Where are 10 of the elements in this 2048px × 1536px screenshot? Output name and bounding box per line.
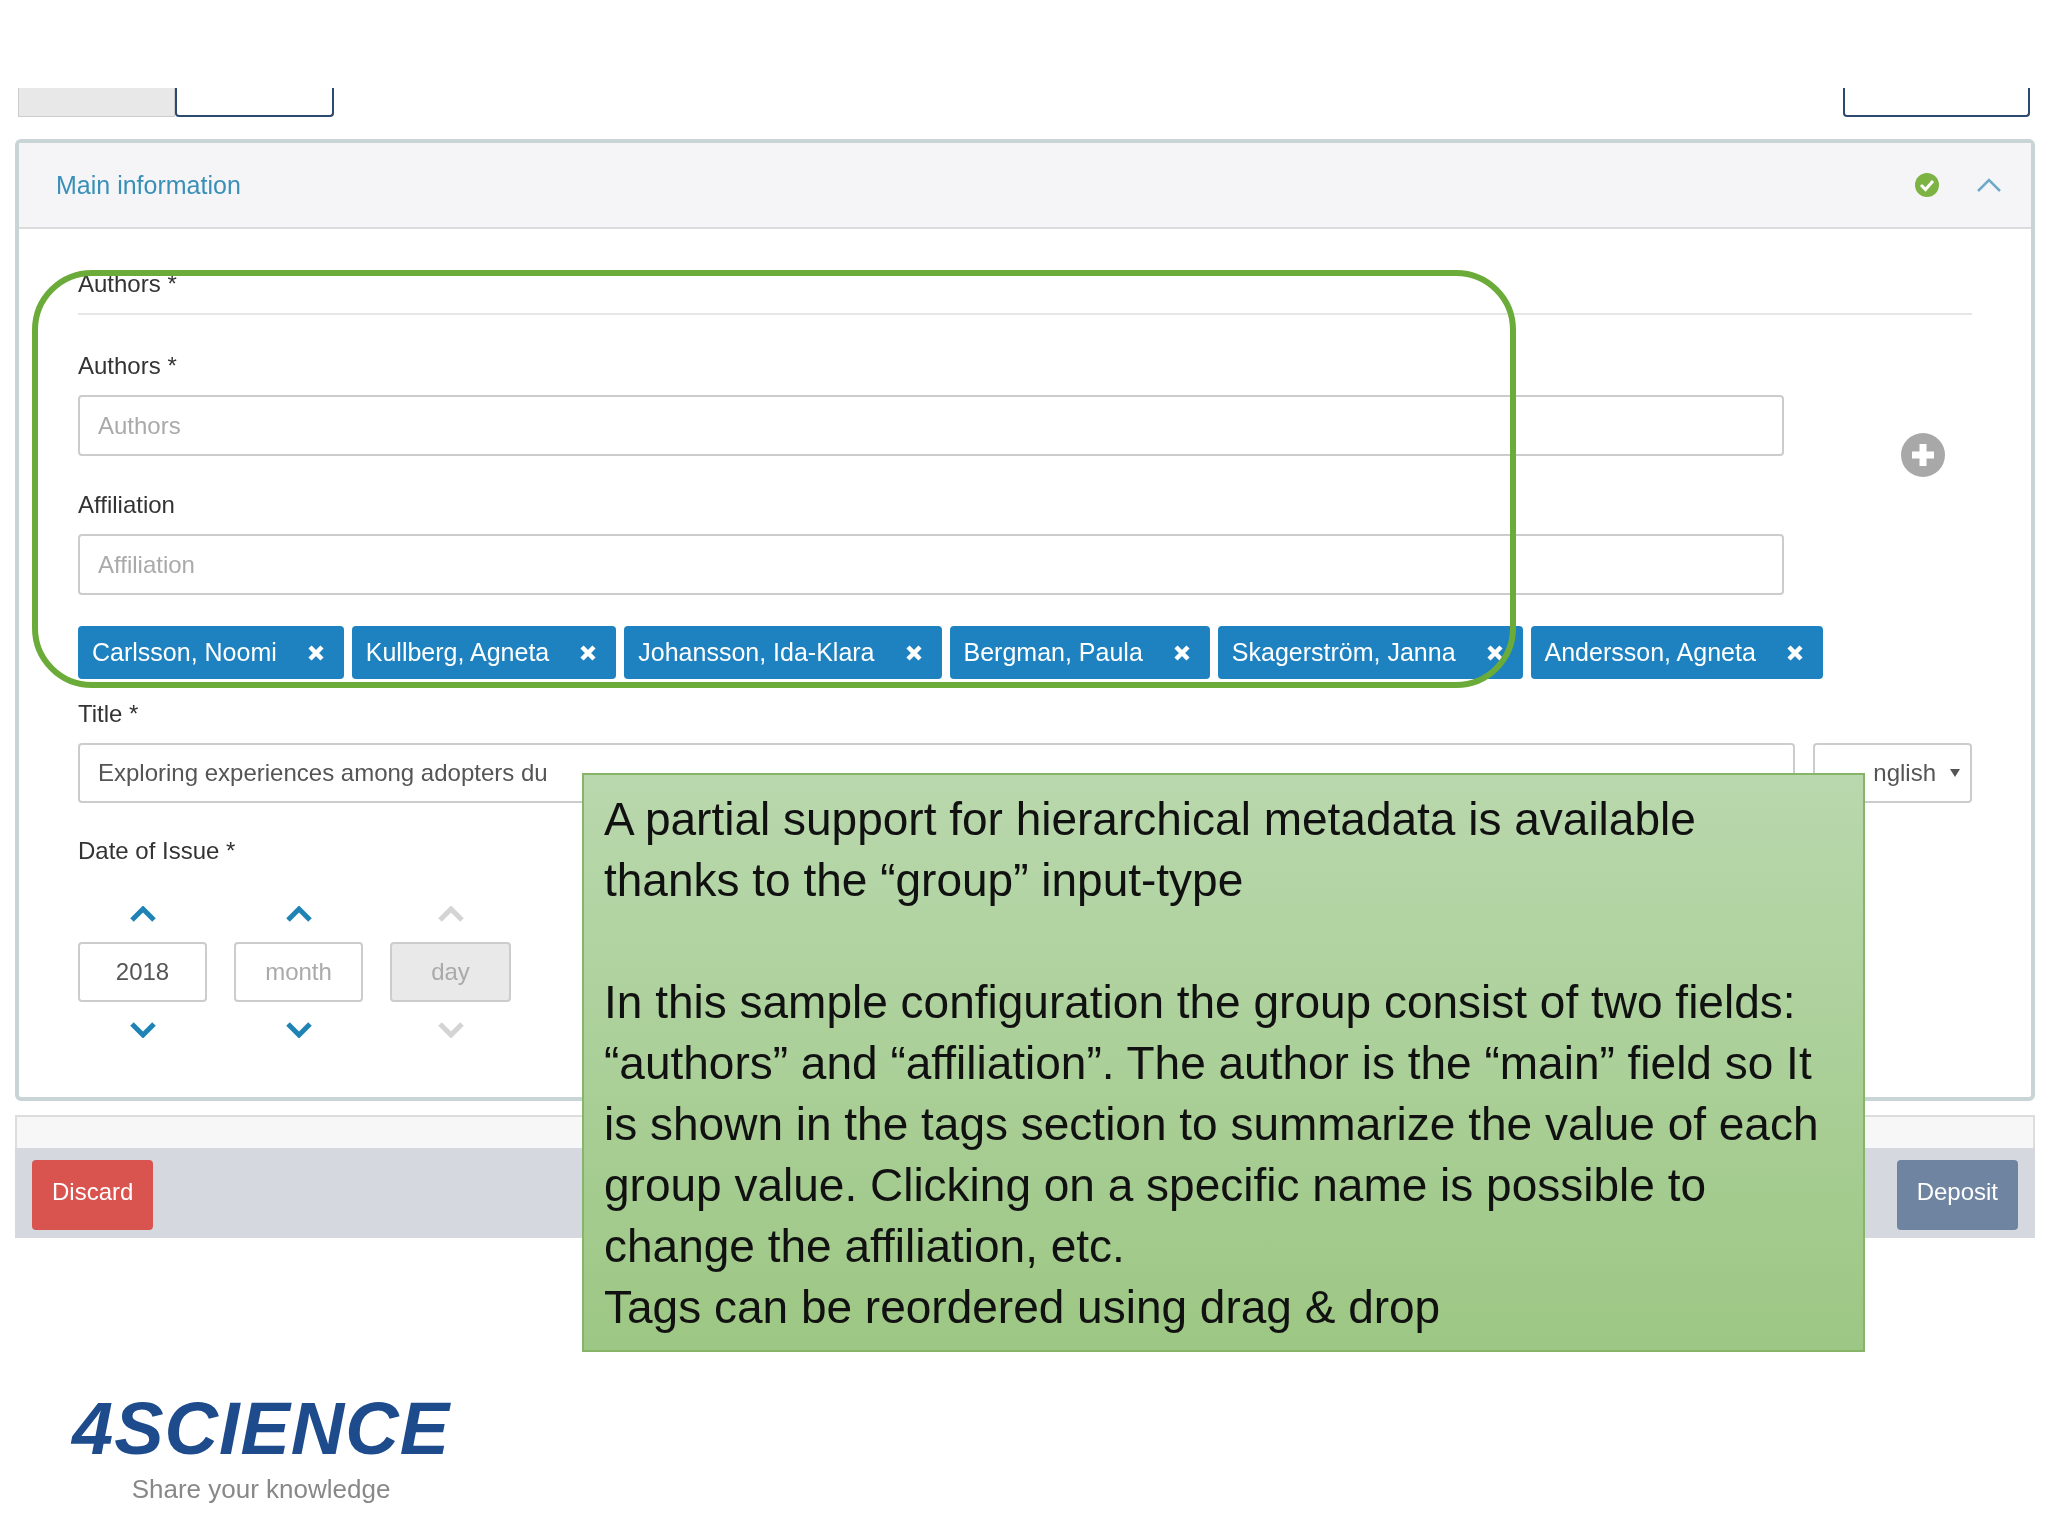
callout-text: In this sample configuration the group consist of two fields: “authors” and “affiliation”. The author is the “main” field so It is shown in the tags section to summarize the value of each group value. Clicking on a specific name is possible to change the affiliation, etc.	[604, 975, 1820, 1274]
panel-title: Main information	[56, 170, 241, 200]
field-label: Title *	[78, 699, 140, 730]
field-label: Affiliation	[78, 490, 176, 521]
callout-text: Tags can be reordered using drag & drop	[604, 1280, 1442, 1335]
logo-text: 4SCIENCE	[72, 1386, 451, 1472]
field-label: Authors *	[78, 351, 178, 382]
logo-tagline: Share your knowledge	[131, 1474, 391, 1505]
callout-text: A partial support for hierarchical metadata is available thanks to the “group” input-type	[604, 792, 1697, 908]
field-label: Date of Issue *	[78, 836, 237, 867]
